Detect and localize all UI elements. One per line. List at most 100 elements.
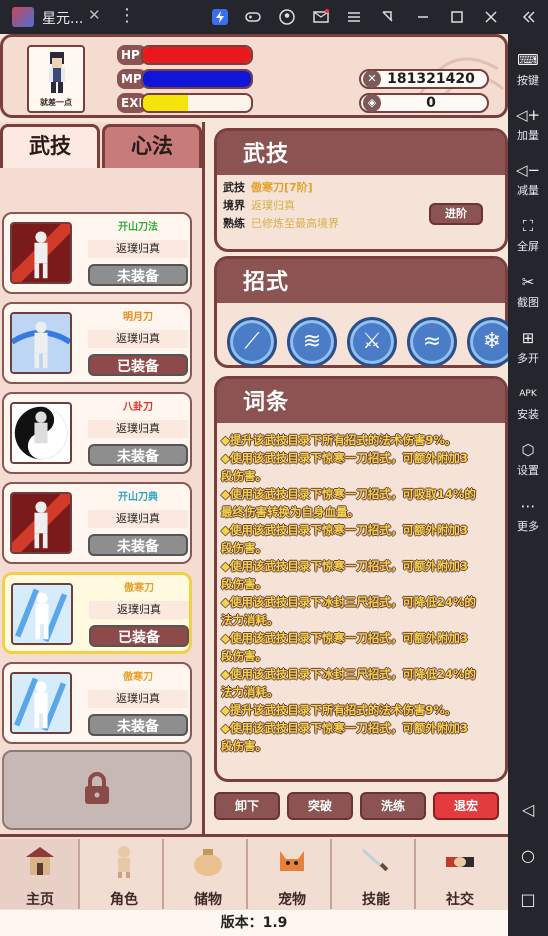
multi-instance-icon: ⊞ (521, 329, 535, 347)
collapse-icon[interactable] (520, 9, 536, 25)
nav-pet[interactable]: 宠物 (252, 839, 332, 909)
nav-label: 主页 (26, 892, 54, 908)
version-label: 版本：1.9 (0, 910, 508, 936)
player-name: 就差一点 (40, 98, 72, 107)
breakthrough-button[interactable]: 突破 (287, 792, 353, 820)
unequip-button[interactable]: 卸下 (214, 792, 280, 820)
sidebar-keyboard[interactable]: ⌨ 按键 (508, 50, 548, 88)
sidebar-more[interactable]: ⋯ 更多 (508, 496, 548, 534)
skill-thumbnail-icon (11, 583, 73, 645)
skill-card[interactable]: 开山刀典 返璞归真 未装备 (2, 482, 192, 564)
nav-label: 宠物 (278, 892, 306, 908)
equip-status-button[interactable]: 未装备 (88, 264, 188, 286)
affix-line: ◆使用该武技目录下惊寒一刀招式，可额外附加3 (221, 631, 468, 645)
player-portrait-icon (49, 52, 65, 93)
skill-thumbnail-icon (10, 402, 72, 464)
tab-mind[interactable]: 心法 (102, 124, 202, 168)
nav-skills[interactable]: 技能 (336, 839, 416, 909)
moves-box: 招式 ⟋ ≋ ⚔ ≈ ❄ (214, 256, 508, 368)
refine-button[interactable]: 洗练 (360, 792, 426, 820)
detail-value: 已修炼至最高境界 (251, 217, 339, 230)
avatar[interactable]: 就差一点 (27, 45, 85, 113)
equip-status-button[interactable]: 已装备 (89, 625, 189, 647)
player-status-bar: 就差一点 HP MP EXP 181321420 ✕ 0 ◈ (0, 34, 508, 118)
ice-blade-icon[interactable]: ⟋ (227, 317, 277, 367)
equip-status-button[interactable]: 已装备 (88, 354, 188, 376)
detail-row-realm: 境界 返璞归真 (223, 197, 295, 213)
sidebar-label: 按键 (517, 74, 539, 87)
skill-card[interactable]: 傲寒刀 返璞归真 已装备 (2, 572, 192, 654)
equip-status-button[interactable]: 未装备 (88, 534, 188, 556)
affix-line: 法力消耗。 (221, 685, 279, 699)
sidebar-label: 加量 (517, 129, 539, 142)
skill-card[interactable]: 明月刀 返璞归真 已装备 (2, 302, 192, 384)
menu-dots-icon[interactable]: ⋮ (118, 5, 136, 26)
ice-shard-icon[interactable]: ❄ (467, 317, 508, 367)
detail-value: 傲寒刀[7阶] (251, 181, 313, 194)
nav-character[interactable]: 角色 (84, 839, 164, 909)
skill-card[interactable]: 开山刀法 返璞归真 未装备 (2, 212, 192, 294)
affix-line: ◆提升该武技目录下所有招式的法术伤害9%。 (221, 433, 457, 447)
coin-icon: ✕ (363, 70, 381, 88)
skill-card[interactable]: 傲寒刀 返璞归真 未装备 (2, 662, 192, 744)
recents-icon[interactable]: □ (518, 890, 538, 910)
affix-line: 段伤害。 (221, 469, 267, 483)
affix-line: 段伤害。 (221, 541, 267, 555)
exp-bar-fill (143, 95, 189, 111)
tab-close-icon[interactable]: ✕ (88, 6, 101, 24)
sidebar-fullscreen[interactable]: ⛶ 全屏 (508, 216, 548, 254)
close-icon[interactable] (483, 9, 499, 25)
skill-title: 开山刀典 (118, 492, 158, 503)
nav-social[interactable]: 社交 (420, 839, 500, 909)
affix-line: ◆使用该武技目录下冰封三尺招式，可降低24%的 (221, 595, 476, 609)
moves-header: 招式 (217, 259, 505, 303)
skill-thumbnail-icon (10, 672, 72, 734)
ice-slash-icon[interactable]: ≋ (287, 317, 337, 367)
skill-card[interactable]: 八卦刀 返璞归真 未装备 (2, 392, 192, 474)
back-icon[interactable]: ◁ (518, 800, 538, 820)
gamepad-icon[interactable] (245, 9, 261, 25)
skill-detail-box: 武技 武技 傲寒刀[7阶] 境界 返璞归真 熟练 已修炼至最高境界 进阶 (214, 128, 508, 252)
nav-label: 社交 (446, 892, 474, 908)
maximize-icon[interactable] (449, 9, 465, 25)
exp-bar (141, 93, 253, 113)
tab-skills[interactable]: 武技 (0, 124, 100, 168)
account-icon[interactable] (279, 9, 295, 25)
skill-realm: 返璞归真 (88, 330, 188, 348)
affix-line: ◆使用该武技目录下惊寒一刀招式，可额外附加3 (221, 523, 468, 537)
detail-heading: 武技 (243, 142, 290, 167)
retreat-button[interactable]: 退宏 (433, 792, 499, 820)
sidebar-volume-up[interactable]: ◁+ 加量 (508, 105, 548, 143)
sidebar-multi[interactable]: ⊞ 多开 (508, 328, 548, 366)
affix-line: 段伤害。 (221, 577, 267, 591)
hp-bar-fill (143, 47, 251, 63)
resize-icon[interactable] (380, 9, 396, 25)
ice-wave-icon[interactable]: ≈ (407, 317, 457, 367)
locked-slot[interactable] (2, 750, 192, 830)
ice-sword-icon[interactable]: ⚔ (347, 317, 397, 367)
home-icon[interactable]: ○ (518, 846, 538, 866)
detail-key: 熟练 (223, 217, 245, 230)
lightning-icon[interactable] (212, 9, 228, 25)
detail-header: 武技 (217, 131, 505, 175)
sidebar-volume-down[interactable]: ◁− 减量 (508, 160, 548, 198)
mp-bar (141, 69, 253, 89)
nav-storage[interactable]: 储物 (168, 839, 248, 909)
nav-home[interactable]: 主页 (0, 839, 80, 909)
affix-line: 段伤害。 (221, 649, 267, 663)
minimize-icon[interactable] (415, 9, 431, 25)
equip-status-button[interactable]: 未装备 (88, 444, 188, 466)
mail-icon[interactable] (313, 9, 329, 25)
apk-icon: APK (519, 389, 537, 399)
sidebar-install[interactable]: APK 安装 (508, 384, 548, 422)
equip-status-button[interactable]: 未装备 (88, 714, 188, 736)
hp-bar (141, 45, 253, 65)
tab-title[interactable]: 星元... (42, 8, 83, 28)
sidebar-screenshot[interactable]: ✂ 截图 (508, 272, 548, 310)
bag-icon (194, 849, 222, 876)
skill-thumbnail-icon (10, 492, 72, 554)
advance-button[interactable]: 进阶 (429, 203, 483, 225)
moves-heading: 招式 (243, 270, 290, 295)
hamburger-icon[interactable] (346, 9, 362, 25)
sidebar-settings[interactable]: ⬡ 设置 (508, 440, 548, 478)
